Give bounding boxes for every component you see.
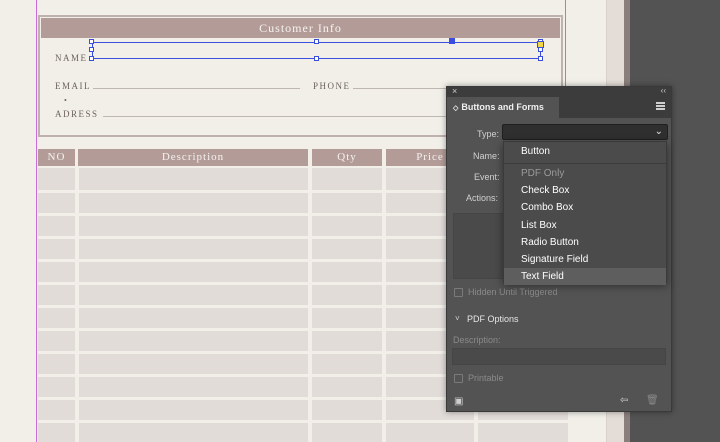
selection-handle[interactable] (538, 47, 543, 52)
tab-buttons-and-forms[interactable]: ◇ Buttons and Forms (447, 97, 559, 118)
name-field-label: Name: (473, 151, 500, 161)
dot-marker: • (64, 96, 69, 105)
dropdown-separator (504, 163, 666, 164)
selection-handle[interactable] (314, 56, 319, 61)
type-dropdown-menu: Button PDF Only Check Box Combo Box List… (503, 141, 667, 285)
panel-tabbar (559, 97, 671, 118)
selection-handle-anchor[interactable] (449, 38, 455, 44)
dropdown-item-check-box[interactable]: Check Box (504, 182, 666, 199)
close-icon[interactable]: × (452, 86, 457, 96)
selection-handle[interactable] (89, 47, 94, 52)
panel-titlebar[interactable]: × ‹‹ (447, 86, 671, 97)
actions-label: Actions: (466, 193, 499, 203)
type-select[interactable]: ⌄ (502, 124, 668, 140)
selection-handle[interactable] (538, 56, 543, 61)
trash-icon[interactable]: 🗑 (646, 395, 659, 406)
selection-handle[interactable] (89, 56, 94, 61)
printable-label: Printable (468, 373, 504, 383)
convert-to-object-icon[interactable]: ⇦ (620, 395, 628, 406)
dropdown-item-list-box[interactable]: List Box (504, 217, 666, 234)
margin-guide-left (36, 0, 37, 442)
panel-title: Buttons and Forms (461, 102, 544, 112)
description-field[interactable] (452, 348, 666, 365)
column-header-qty: Qty (312, 149, 382, 166)
pdf-options-label[interactable]: PDF Options (467, 314, 519, 324)
event-label: Event: (474, 172, 500, 182)
grid-row-divider (38, 420, 568, 423)
email-label: EMAIL (55, 81, 91, 91)
tab-arrows-icon: ◇ (453, 105, 459, 112)
name-label: NAME (55, 53, 88, 63)
dropdown-item-signature-field[interactable]: Signature Field (504, 251, 666, 268)
dropdown-item-button[interactable]: Button (504, 143, 666, 160)
hidden-until-triggered-label: Hidden Until Triggered (468, 287, 558, 297)
type-label: Type: (477, 129, 500, 139)
selection-handle[interactable] (89, 39, 94, 44)
dropdown-item-text-field[interactable]: Text Field (504, 268, 666, 285)
phone-label: PHONE (313, 81, 351, 91)
address-underline (103, 116, 448, 117)
address-label: ADRESS (55, 109, 99, 119)
dropdown-item-radio-button[interactable]: Radio Button (504, 234, 666, 251)
selection-handle[interactable] (314, 39, 319, 44)
collapse-panel-icon[interactable]: ‹‹ (661, 86, 666, 95)
description-label: Description: (453, 335, 501, 345)
dropdown-item-combo-box[interactable]: Combo Box (504, 199, 666, 216)
chevron-down-icon: ⌄ (654, 126, 663, 137)
dropdown-item-pdf-only: PDF Only (521, 168, 565, 179)
column-header-description: Description (78, 149, 308, 166)
pdf-options-chevron-icon[interactable]: ˅ (455, 314, 460, 323)
hidden-until-triggered-checkbox[interactable] (454, 288, 463, 297)
email-underline (93, 88, 300, 89)
column-header-no: NO (38, 149, 75, 166)
panel-menu-icon[interactable] (656, 102, 665, 110)
customer-info-header: Customer Info (41, 18, 560, 38)
phone-underline (353, 88, 448, 89)
printable-checkbox[interactable] (454, 374, 463, 383)
preview-icon[interactable]: ▣ (454, 396, 463, 407)
